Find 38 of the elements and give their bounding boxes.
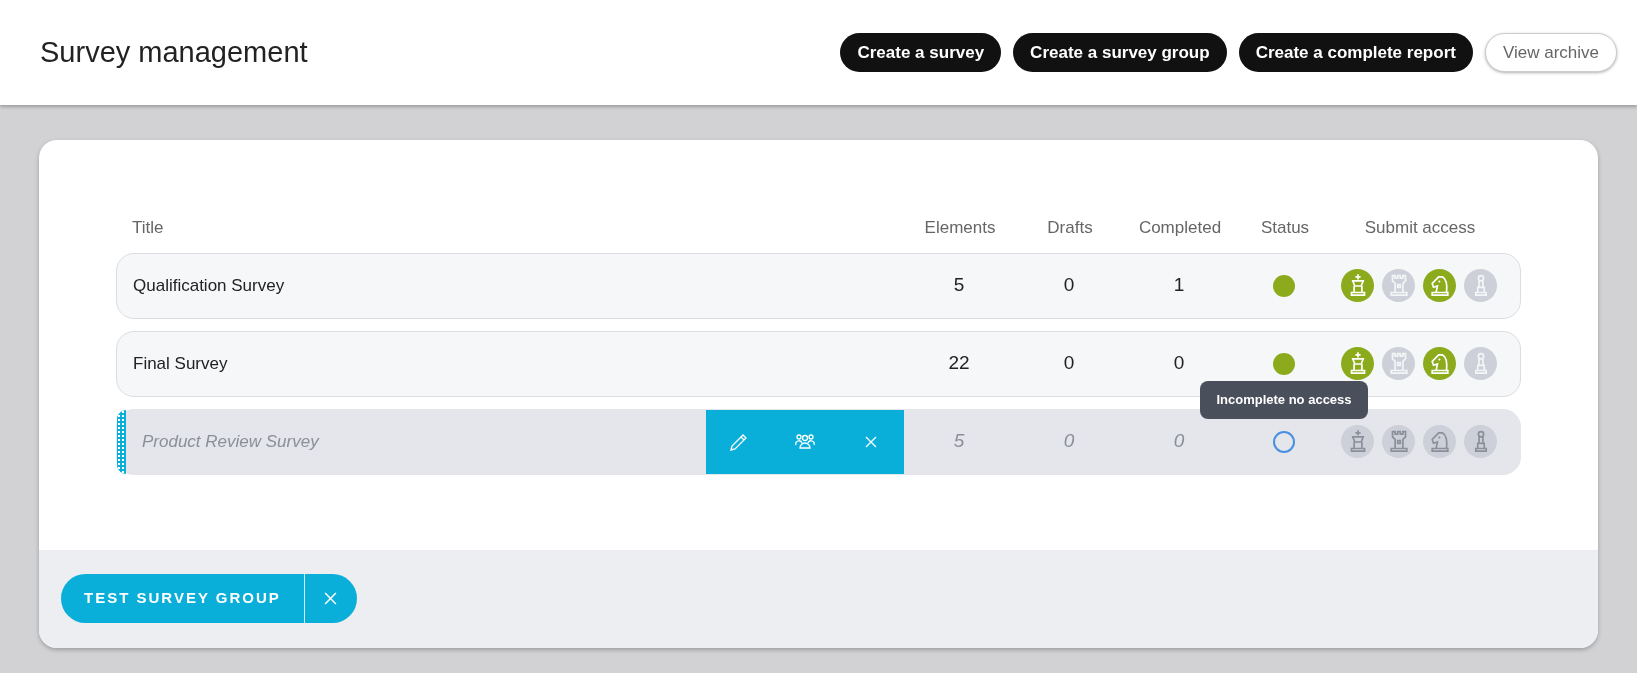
elements-count: 22	[948, 352, 970, 374]
drag-handle[interactable]	[117, 409, 126, 474]
submit-access-header: Submit access	[1364, 218, 1476, 237]
status-tooltip: Incomplete no access	[1200, 381, 1368, 419]
create-button[interactable]: Create a survey	[840, 33, 1002, 72]
survey-title[interactable]: Final Survey	[117, 350, 904, 377]
create-button[interactable]: Create a survey group	[1013, 33, 1227, 72]
pawn-access-toggle[interactable]	[1464, 347, 1497, 380]
survey-title[interactable]: Qualification Survey	[117, 272, 904, 299]
knight-access-toggle[interactable]	[1423, 425, 1456, 458]
drafts-count: 0	[1063, 274, 1075, 296]
knight-access-toggle[interactable]	[1423, 347, 1456, 380]
knight-access-toggle[interactable]	[1423, 269, 1456, 302]
archive-button[interactable]: View archive	[1484, 33, 1617, 72]
create-button[interactable]: Create a complete report	[1238, 33, 1473, 72]
elements-count: 5	[953, 430, 965, 452]
table-row[interactable]: Qualification Survey 5 0 1	[116, 252, 1521, 319]
page-title: Survey management	[40, 34, 308, 70]
close-icon	[324, 592, 338, 605]
completed-header: Completed	[1138, 218, 1222, 237]
completed-count: 1	[1173, 274, 1185, 296]
rook-access-toggle[interactable]	[1382, 425, 1415, 458]
elements-count: 5	[953, 274, 965, 296]
drafts-count: 0	[1063, 352, 1075, 374]
king-access-toggle[interactable]	[1341, 425, 1374, 458]
king-access-toggle[interactable]	[1341, 269, 1374, 302]
elements-header: Elements	[924, 218, 996, 237]
king-access-toggle[interactable]	[1341, 347, 1374, 380]
status-header: Status	[1260, 218, 1310, 237]
drafts-count: 0	[1063, 430, 1075, 452]
completed-count: 0	[1173, 352, 1185, 374]
rook-access-toggle[interactable]	[1382, 269, 1415, 302]
pawn-access-toggle[interactable]	[1464, 269, 1497, 302]
rook-access-toggle[interactable]	[1382, 347, 1415, 380]
drafts-header: Drafts	[1047, 218, 1093, 237]
title-header: Title	[132, 218, 164, 237]
completed-count: 0	[1173, 430, 1185, 452]
pawn-access-toggle[interactable]	[1464, 425, 1497, 458]
